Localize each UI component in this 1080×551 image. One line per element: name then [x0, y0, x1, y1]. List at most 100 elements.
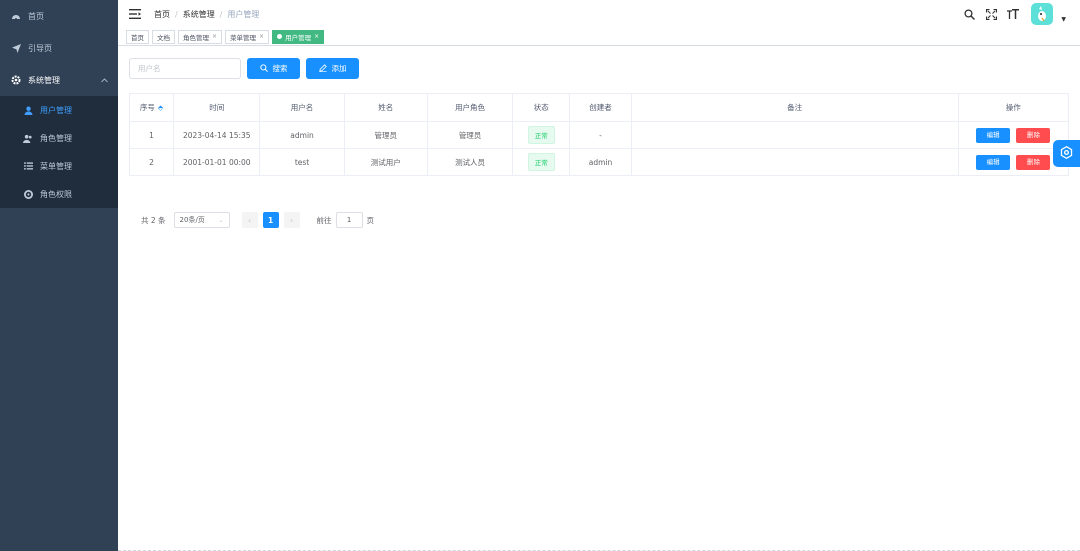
- tag-label: 用户管理: [285, 33, 312, 42]
- goto-page-input[interactable]: [335, 212, 363, 228]
- hamburger-icon[interactable]: [128, 7, 142, 21]
- delete-button[interactable]: 删除: [1016, 154, 1051, 170]
- cell-time: 2001-01-01 00:00: [173, 148, 261, 176]
- gear-icon: [10, 75, 22, 85]
- close-icon[interactable]: ×: [212, 33, 217, 40]
- column-label: 状态: [533, 103, 549, 112]
- right-menu: ▼: [961, 0, 1066, 28]
- sidebar-item-home[interactable]: 首页: [0, 0, 118, 32]
- cell-remark: [630, 121, 959, 149]
- status-badge: 正常: [527, 153, 555, 171]
- list-icon: [22, 162, 34, 170]
- font-size-icon[interactable]: [1005, 6, 1021, 22]
- delete-button[interactable]: 删除: [1016, 127, 1051, 143]
- tags-view: 首页 文档 角色管理 × 菜单管理 × 用户管理 ×: [118, 28, 1080, 46]
- tag-label: 首页: [131, 33, 144, 42]
- search-icon: [259, 63, 268, 74]
- caret-down-icon[interactable]: ▼: [1061, 16, 1066, 23]
- breadcrumb-separator: /: [175, 9, 178, 19]
- table-header-row: 序号 ⬘ 时间 用户名 姓名 用户角色 状态 创建者 备注 操作: [128, 93, 1070, 122]
- page-size-value: 20条/页: [179, 216, 205, 224]
- column-header-index[interactable]: 序号 ⬘: [128, 93, 175, 122]
- paper-plane-icon: [10, 43, 22, 53]
- table-row: 1 2023-04-14 15:35 admin 管理员 管理员 正常 - 编辑…: [128, 121, 1070, 149]
- edit-pen-icon: [318, 63, 327, 74]
- close-icon[interactable]: ×: [314, 33, 319, 40]
- search-icon[interactable]: [961, 6, 977, 22]
- cell-status: 正常: [512, 121, 571, 149]
- tag-docs[interactable]: 文档: [152, 29, 175, 44]
- column-label: 操作: [1005, 103, 1021, 112]
- breadcrumb: 首页 / 系统管理 / 用户管理: [154, 9, 259, 20]
- sidebar-item-user-manage[interactable]: 用户管理: [0, 96, 118, 124]
- tag-label: 角色管理: [183, 33, 209, 42]
- breadcrumb-item-current: 用户管理: [227, 9, 260, 19]
- sort-icon[interactable]: ⬘: [158, 104, 163, 112]
- pagination-goto: 前往 页: [316, 212, 375, 228]
- avatar[interactable]: [1031, 3, 1054, 25]
- tag-user-manage[interactable]: 用户管理 ×: [272, 29, 325, 44]
- cell-index: 2: [128, 148, 175, 176]
- tag-menu-manage[interactable]: 菜单管理 ×: [225, 29, 270, 44]
- add-user-button[interactable]: 添加: [306, 58, 359, 79]
- add-button-label: 添加: [331, 64, 347, 73]
- column-header-status: 状态: [512, 93, 571, 122]
- column-header-creator: 创建者: [569, 93, 632, 122]
- column-label: 创建者: [589, 103, 612, 112]
- cell-username: admin: [259, 121, 345, 149]
- chevron-up-icon: [101, 76, 108, 85]
- sidebar-item-label: 引导页: [28, 43, 52, 53]
- column-header-actions: 操作: [957, 93, 1070, 122]
- cell-remark: [630, 148, 959, 176]
- column-label: 序号: [139, 103, 155, 112]
- main-content: 首页 / 系统管理 / 用户管理 ▼ 首页 文档 角色管理 × 菜单管理 × 用…: [118, 0, 1080, 551]
- sidebar-item-label: 用户管理: [40, 105, 72, 115]
- breadcrumb-separator: /: [219, 9, 223, 19]
- prev-page-button[interactable]: ‹: [241, 212, 258, 228]
- pagination: 共 2 条 20条/页 ⌄ ‹ 1 › 前往 页: [141, 212, 374, 228]
- goto-suffix: 页: [366, 215, 375, 225]
- column-label: 备注: [787, 103, 803, 112]
- next-page-button[interactable]: ›: [283, 212, 300, 228]
- goto-prefix: 前往: [316, 215, 332, 225]
- gear-icon: [1060, 145, 1073, 161]
- sidebar-item-role-manage[interactable]: 角色管理: [0, 124, 118, 152]
- cell-time: 2023-04-14 15:35: [173, 121, 261, 149]
- column-header-name: 姓名: [343, 93, 428, 122]
- chevron-down-icon: ⌄: [218, 216, 224, 224]
- tag-role-manage[interactable]: 角色管理 ×: [178, 29, 223, 44]
- sidebar: 首页 引导页 系统管理 用户管理 角色管理 菜单管理 角色权限: [0, 0, 118, 551]
- fullscreen-icon[interactable]: [983, 6, 999, 22]
- sidebar-item-role-permission[interactable]: 角色权限: [0, 180, 118, 208]
- tag-home[interactable]: 首页: [126, 29, 149, 44]
- column-label: 时间: [209, 103, 225, 112]
- sidebar-submenu-system: 用户管理 角色管理 菜单管理 角色权限: [0, 96, 118, 208]
- navbar: 首页 / 系统管理 / 用户管理 ▼: [118, 0, 1080, 28]
- sidebar-item-menu-manage[interactable]: 菜单管理: [0, 152, 118, 180]
- username-search-input[interactable]: [129, 58, 241, 79]
- cell-creator: -: [569, 121, 632, 149]
- lock-icon: [22, 189, 34, 199]
- edit-button[interactable]: 编辑: [976, 154, 1011, 170]
- column-header-remark: 备注: [630, 93, 959, 122]
- peoples-icon: [22, 134, 34, 143]
- page-number-current[interactable]: 1: [262, 212, 279, 228]
- user-icon: [22, 106, 34, 115]
- cell-role: 管理员: [426, 121, 514, 149]
- breadcrumb-item[interactable]: 系统管理: [183, 9, 215, 20]
- sidebar-item-system[interactable]: 系统管理: [0, 64, 118, 96]
- cell-actions: 编辑 删除: [957, 148, 1070, 176]
- status-badge: 正常: [527, 126, 555, 144]
- edit-button[interactable]: 编辑: [976, 127, 1011, 143]
- page-size-select[interactable]: 20条/页 ⌄: [173, 212, 230, 228]
- close-icon[interactable]: ×: [259, 33, 264, 40]
- settings-fab-button[interactable]: [1053, 140, 1080, 167]
- cell-name: 管理员: [343, 121, 428, 149]
- search-button[interactable]: 搜索: [247, 58, 300, 79]
- sidebar-item-label: 角色管理: [40, 133, 72, 143]
- cell-actions: 编辑 删除: [957, 121, 1070, 149]
- sidebar-item-guide[interactable]: 引导页: [0, 32, 118, 64]
- breadcrumb-item[interactable]: 首页: [154, 9, 170, 20]
- column-label: 用户名: [290, 103, 314, 112]
- user-table: 序号 ⬘ 时间 用户名 姓名 用户角色 状态 创建者 备注 操作 1 2023-0…: [128, 93, 1070, 176]
